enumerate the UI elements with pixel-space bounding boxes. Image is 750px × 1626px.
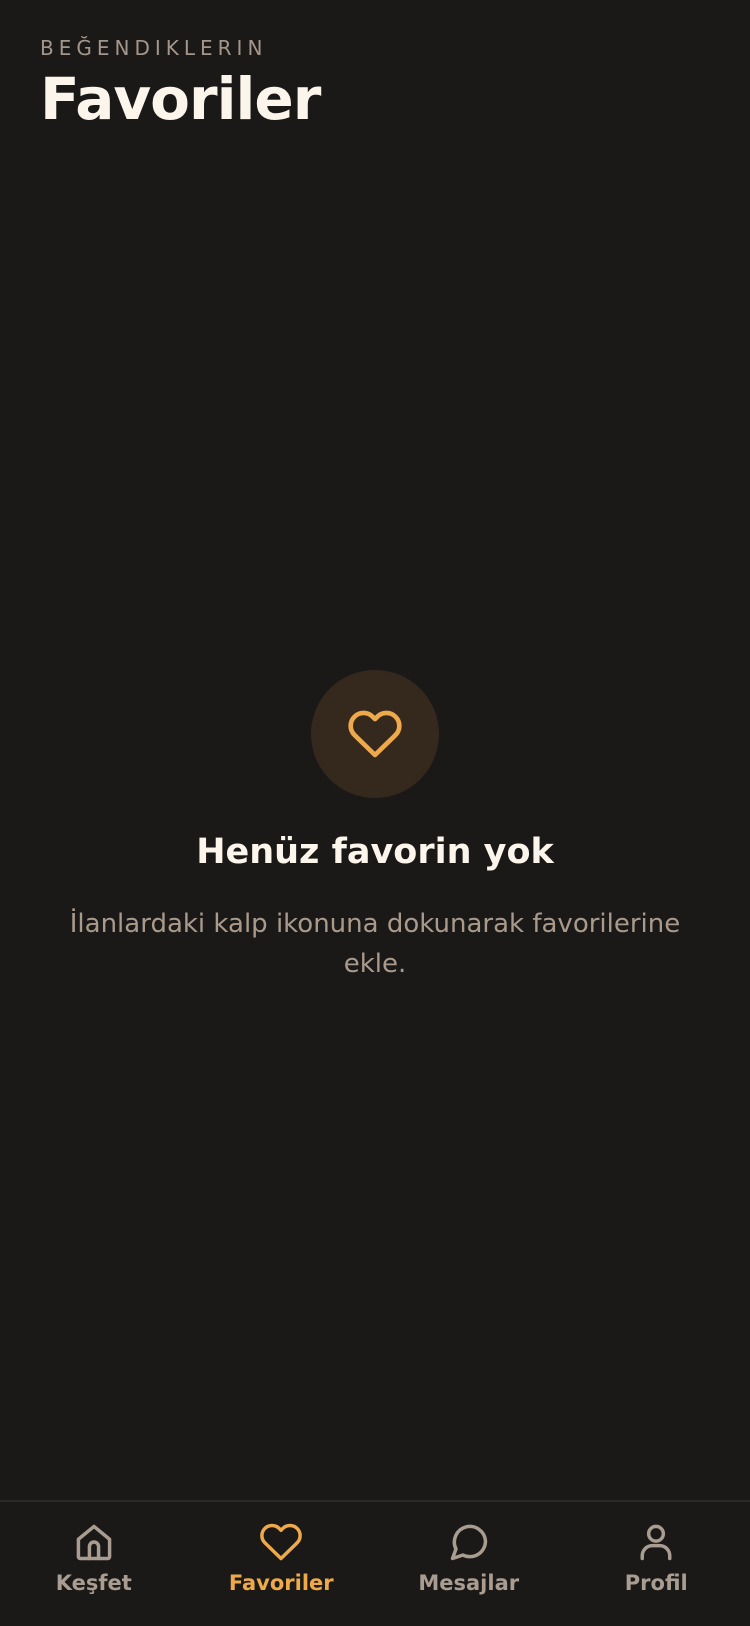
tab-favoriler[interactable]: Favoriler (188, 1502, 376, 1626)
tab-kesfet[interactable]: Keşfet (0, 1502, 188, 1626)
page-header: BEĞENDIKLERIN Favoriler (40, 34, 320, 132)
user-icon (634, 1520, 678, 1564)
tab-favoriler-label: Favoriler (229, 1568, 334, 1598)
heart-icon (259, 1520, 303, 1564)
page-eyebrow: BEĞENDIKLERIN (40, 34, 320, 62)
tab-profil-label: Profil (625, 1568, 688, 1598)
tab-profil[interactable]: Profil (563, 1502, 750, 1626)
heart-icon (347, 706, 403, 762)
empty-state: Henüz favorin yok İlanlardaki kalp ikonu… (0, 670, 750, 984)
bottom-tab-bar: Keşfet Favoriler Mesajlar Profil (0, 1500, 750, 1626)
empty-state-icon-circle (311, 670, 439, 798)
chat-bubble-icon (447, 1520, 491, 1564)
page-title: Favoriler (40, 66, 320, 132)
empty-state-title: Henüz favorin yok (0, 830, 750, 874)
home-icon (72, 1520, 116, 1564)
tab-mesajlar-label: Mesajlar (418, 1568, 519, 1598)
tab-mesajlar[interactable]: Mesajlar (375, 1502, 563, 1626)
empty-state-description: İlanlardaki kalp ikonuna dokunarak favor… (55, 904, 695, 984)
tab-kesfet-label: Keşfet (56, 1568, 132, 1598)
